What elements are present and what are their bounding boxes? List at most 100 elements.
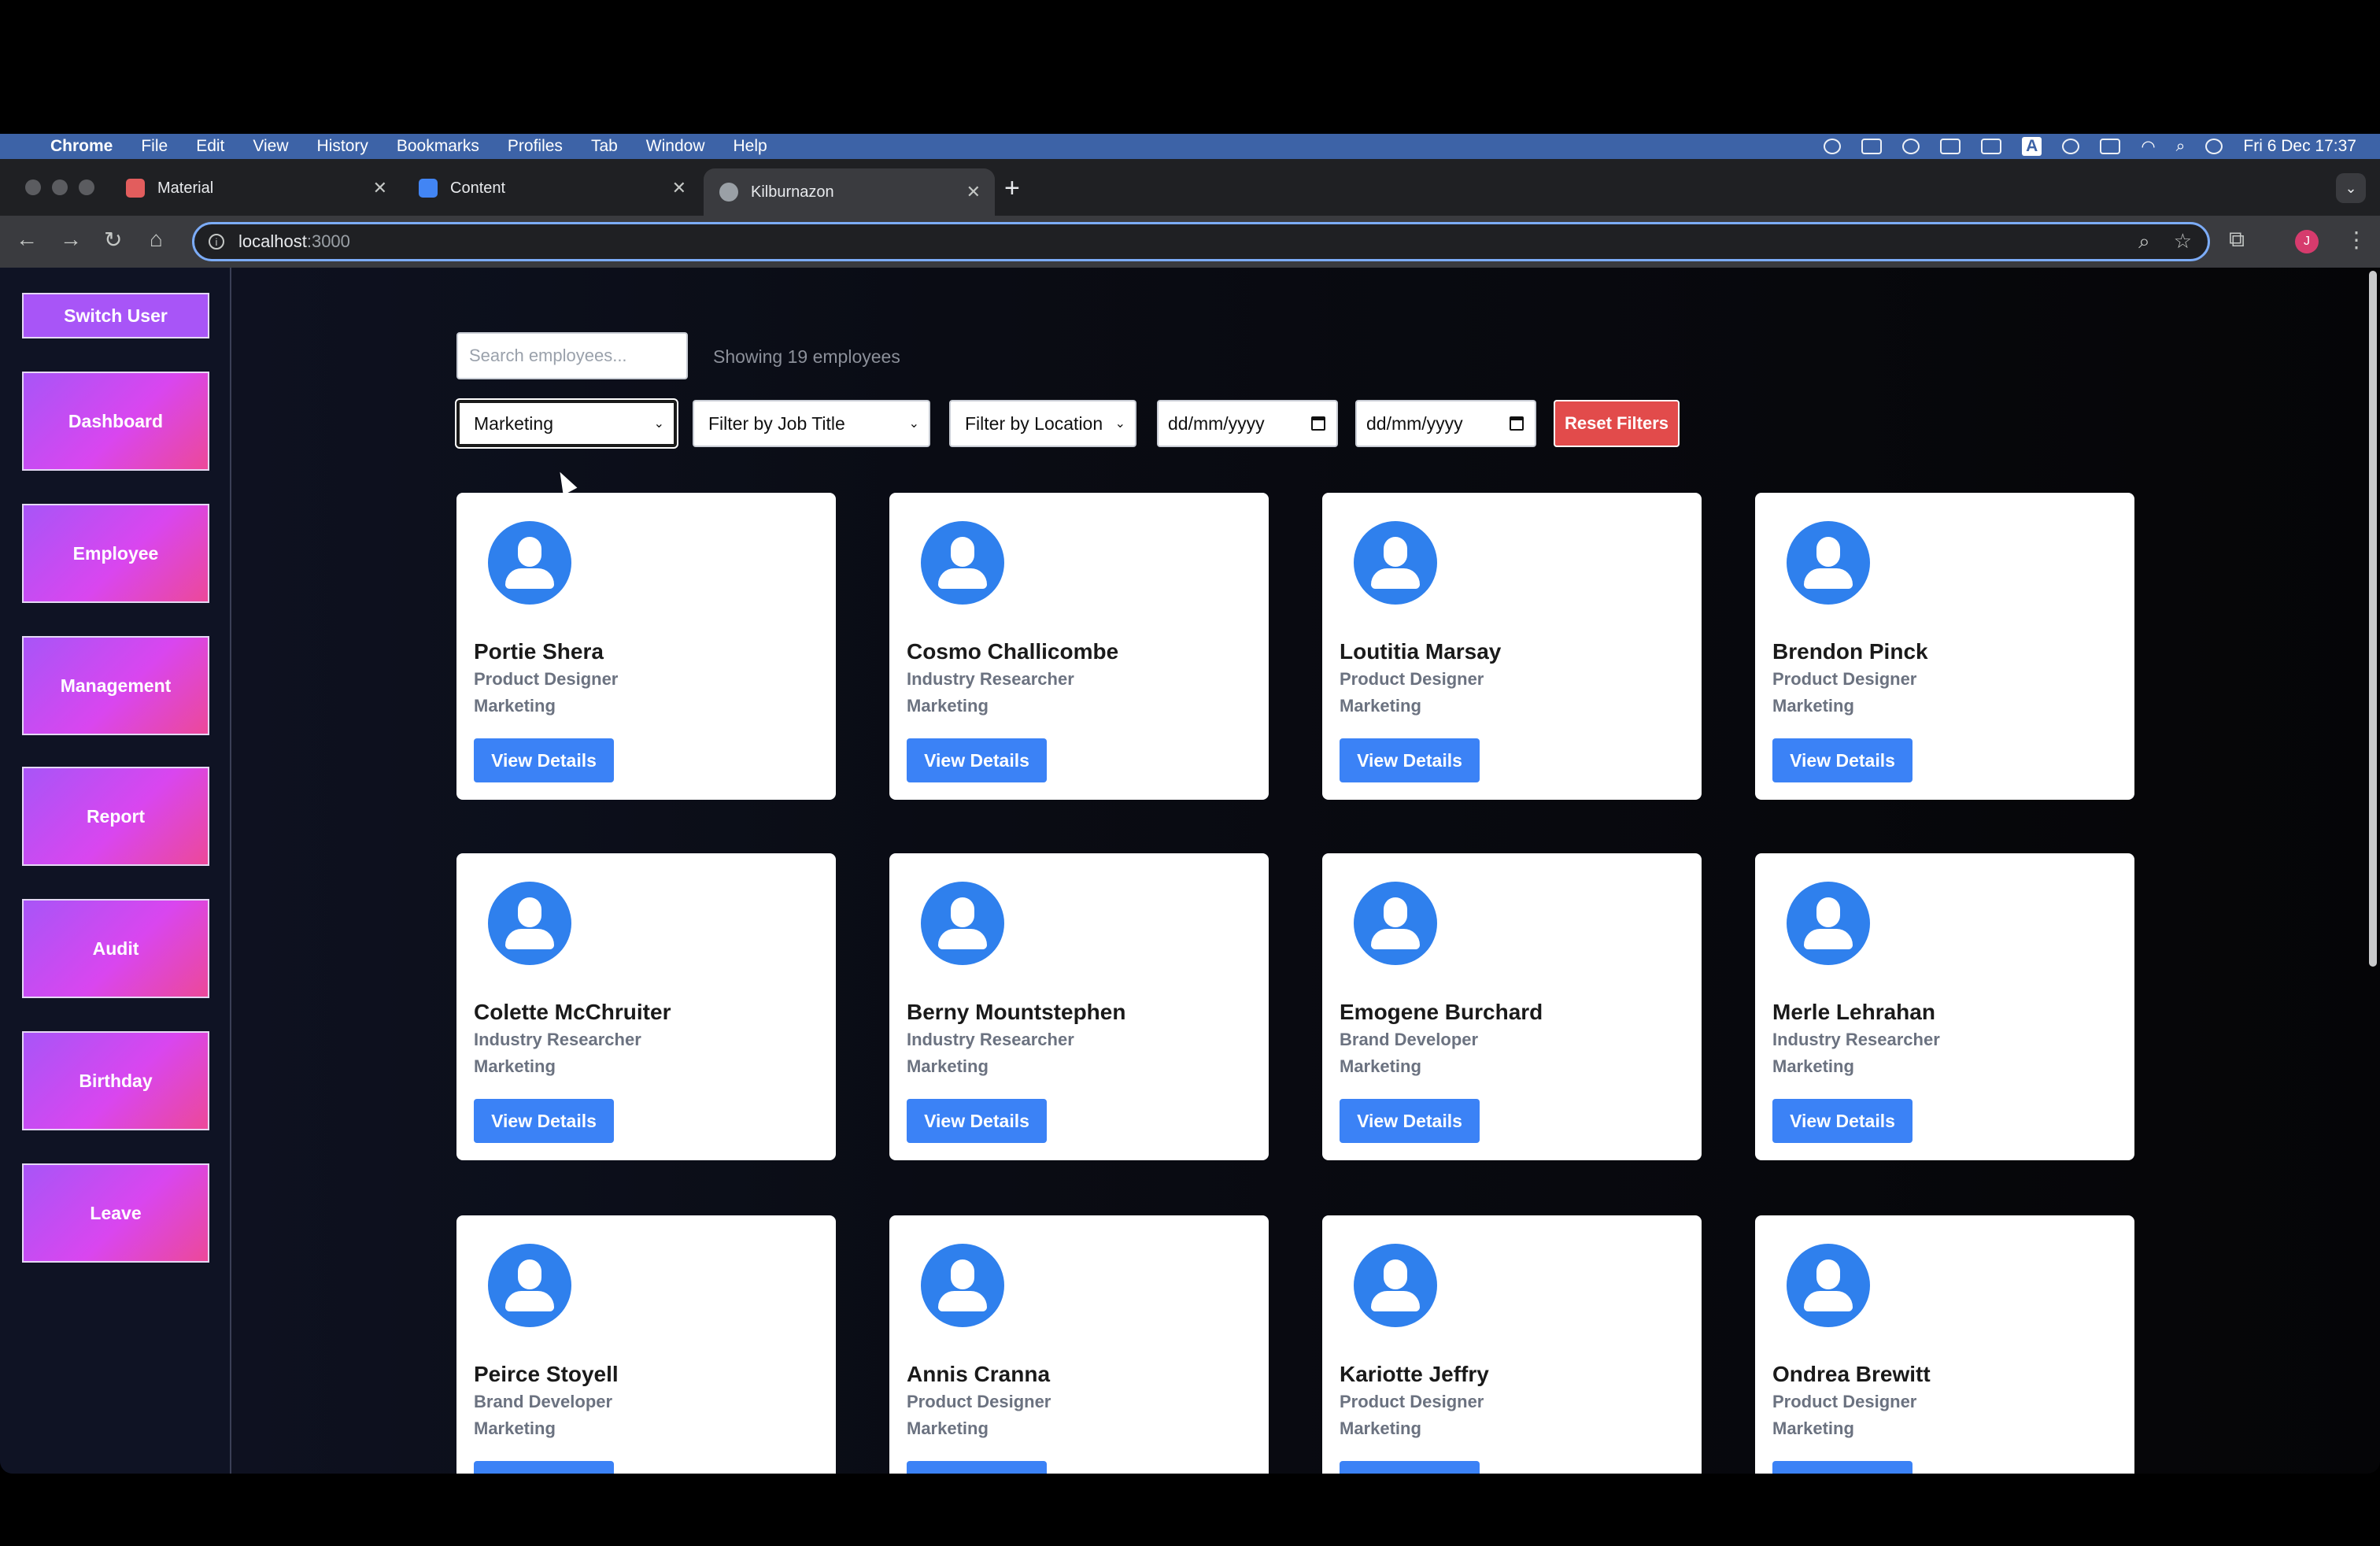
site-info-icon[interactable]: i — [209, 234, 224, 250]
sidebar-item-leave[interactable]: Leave — [22, 1163, 209, 1263]
menu-tab[interactable]: Tab — [591, 137, 618, 156]
menu-profiles[interactable]: Profiles — [508, 137, 563, 156]
view-details-button[interactable]: View Details — [474, 738, 614, 782]
view-details-button[interactable]: View Details — [907, 738, 1047, 782]
close-window-icon[interactable] — [25, 179, 41, 195]
address-bar[interactable]: i localhost:3000 ⌕ ☆ — [192, 222, 2210, 261]
view-details-button[interactable]: View Details — [907, 1099, 1047, 1143]
control-center-icon[interactable] — [2205, 139, 2223, 154]
close-icon[interactable]: ✕ — [373, 178, 387, 198]
profile-avatar[interactable]: J — [2295, 230, 2319, 253]
more-menu-icon[interactable]: ⋮ — [2345, 227, 2367, 253]
mouse-cursor-icon — [552, 468, 578, 496]
menu-file[interactable]: File — [141, 137, 168, 156]
calendar-icon[interactable] — [1311, 416, 1325, 431]
input-source-icon[interactable]: A — [2022, 137, 2042, 156]
employee-job-title: Industry Researcher — [907, 669, 1074, 689]
employee-department: Marketing — [1340, 1056, 1421, 1076]
creative-cloud-icon[interactable] — [1824, 139, 1842, 154]
minimize-window-icon[interactable] — [52, 179, 68, 195]
chevron-down-icon: ⌄ — [653, 417, 664, 431]
date-from-input[interactable]: dd/mm/yyyy — [1157, 400, 1338, 447]
tab-search-icon[interactable]: ⌄ — [2336, 173, 2366, 203]
job-title-filter-select[interactable]: Filter by Job Title ⌄ — [693, 400, 930, 447]
user-avatar-icon — [1354, 1244, 1437, 1327]
sidebar-item-dashboard[interactable]: Dashboard — [22, 372, 209, 471]
employee-card: Emogene Burchard Brand Developer Marketing… — [1322, 853, 1702, 1160]
view-details-button[interactable]: View Details — [474, 1099, 614, 1143]
user-avatar-icon — [1787, 521, 1870, 605]
employee-department: Marketing — [474, 1418, 556, 1438]
employee-job-title: Industry Researcher — [907, 1030, 1074, 1049]
location-filter-select[interactable]: Filter by Location ⌄ — [949, 400, 1136, 447]
forward-icon[interactable]: → — [60, 227, 82, 252]
browser-tab-bar: Material ✕ Content ✕ Kilburnazon ✕ + ⌄ — [0, 159, 2380, 216]
switch-user-button[interactable]: Switch User — [22, 293, 209, 338]
tab-content[interactable]: Content ✕ — [403, 168, 700, 208]
keyboard-icon[interactable] — [1940, 139, 1961, 154]
employee-name: Brendon Pinck — [1772, 639, 1928, 664]
home-icon[interactable]: ⌂ — [150, 227, 163, 252]
sidebar-item-management[interactable]: Management — [22, 636, 209, 735]
employee-department: Marketing — [1340, 696, 1421, 716]
sidebar-item-birthday[interactable]: Birthday — [22, 1031, 209, 1130]
airdrop-icon[interactable] — [2062, 139, 2080, 154]
sidebar-item-report[interactable]: Report — [22, 767, 209, 866]
employee-card: Brendon Pinck Product Designer Marketing Vi… — [1755, 493, 2134, 800]
view-details-button[interactable]: View Details — [907, 1461, 1047, 1474]
sidebar-item-employee[interactable]: Employee — [22, 504, 209, 603]
menu-window[interactable]: Window — [646, 137, 705, 156]
job-title-filter-value: Filter by Job Title — [708, 412, 845, 434]
view-details-button[interactable]: View Details — [1772, 1461, 1913, 1474]
menu-history[interactable]: History — [317, 137, 368, 156]
back-icon[interactable]: ← — [16, 227, 38, 252]
chevron-down-icon: ⌄ — [1114, 417, 1125, 431]
department-filter-value: Marketing — [474, 412, 553, 434]
reload-icon[interactable]: ↻ — [104, 227, 122, 253]
bookmark-star-icon[interactable]: ☆ — [2174, 229, 2192, 254]
wifi-icon[interactable]: ◠ — [2141, 137, 2155, 157]
reset-filters-button[interactable]: Reset Filters — [1554, 400, 1680, 447]
employee-name: Annis Cranna — [907, 1362, 1051, 1386]
menu-view[interactable]: View — [253, 137, 288, 156]
menu-help[interactable]: Help — [734, 137, 767, 156]
employee-name: Colette McChruiter — [474, 1000, 671, 1024]
status-area: A ◠ ⌕ Fri 6 Dec 17:37 — [1824, 134, 2356, 159]
view-details-button[interactable]: View Details — [1772, 1099, 1913, 1143]
zoom-icon[interactable]: ⌕ — [2138, 229, 2150, 254]
employee-card: Cosmo Challicombe Industry Researcher Mark… — [889, 493, 1269, 800]
search-input[interactable]: Search employees... — [456, 332, 688, 379]
menu-edit[interactable]: Edit — [196, 137, 224, 156]
menu-app-name[interactable]: Chrome — [50, 137, 113, 156]
employee-department: Marketing — [907, 1056, 989, 1076]
menubar-datetime[interactable]: Fri 6 Dec 17:37 — [2243, 137, 2356, 156]
view-details-button[interactable]: View Details — [1340, 1461, 1480, 1474]
date-to-input[interactable]: dd/mm/yyyy — [1355, 400, 1536, 447]
scrollbar[interactable] — [2369, 271, 2377, 967]
new-tab-icon[interactable]: + — [1004, 173, 1020, 204]
screen-mirror-icon[interactable] — [1861, 139, 1883, 154]
spotlight-icon[interactable]: ⌕ — [2176, 137, 2186, 156]
tab-material[interactable]: Material ✕ — [110, 168, 401, 208]
close-icon[interactable]: ✕ — [672, 178, 686, 198]
maximize-window-icon[interactable] — [79, 179, 94, 195]
sidebar-item-audit[interactable]: Audit — [22, 899, 209, 998]
user-avatar-icon — [921, 1244, 1004, 1327]
calendar-icon[interactable] — [1510, 416, 1524, 431]
view-details-button[interactable]: View Details — [1340, 1099, 1480, 1143]
menu-bookmarks[interactable]: Bookmarks — [397, 137, 479, 156]
employee-job-title: Industry Researcher — [474, 1030, 641, 1049]
department-filter-select[interactable]: Marketing ⌄ — [455, 398, 678, 449]
app-icon[interactable] — [1902, 139, 1920, 154]
view-details-button[interactable]: View Details — [1340, 738, 1480, 782]
view-details-button[interactable]: View Details — [474, 1461, 614, 1474]
view-details-button[interactable]: View Details — [1772, 738, 1913, 782]
employee-department: Marketing — [1772, 1056, 1854, 1076]
display-icon[interactable] — [1981, 139, 2002, 154]
close-icon[interactable]: ✕ — [966, 182, 981, 202]
employee-card: Peirce Stoyell Brand Developer Marketing Vi… — [456, 1215, 836, 1474]
employee-name: Merle Lehrahan — [1772, 1000, 1935, 1024]
tab-kilburnazon[interactable]: Kilburnazon ✕ — [704, 168, 995, 216]
extensions-icon[interactable]: ⧉ — [2229, 227, 2245, 253]
battery-icon[interactable] — [2100, 139, 2121, 154]
